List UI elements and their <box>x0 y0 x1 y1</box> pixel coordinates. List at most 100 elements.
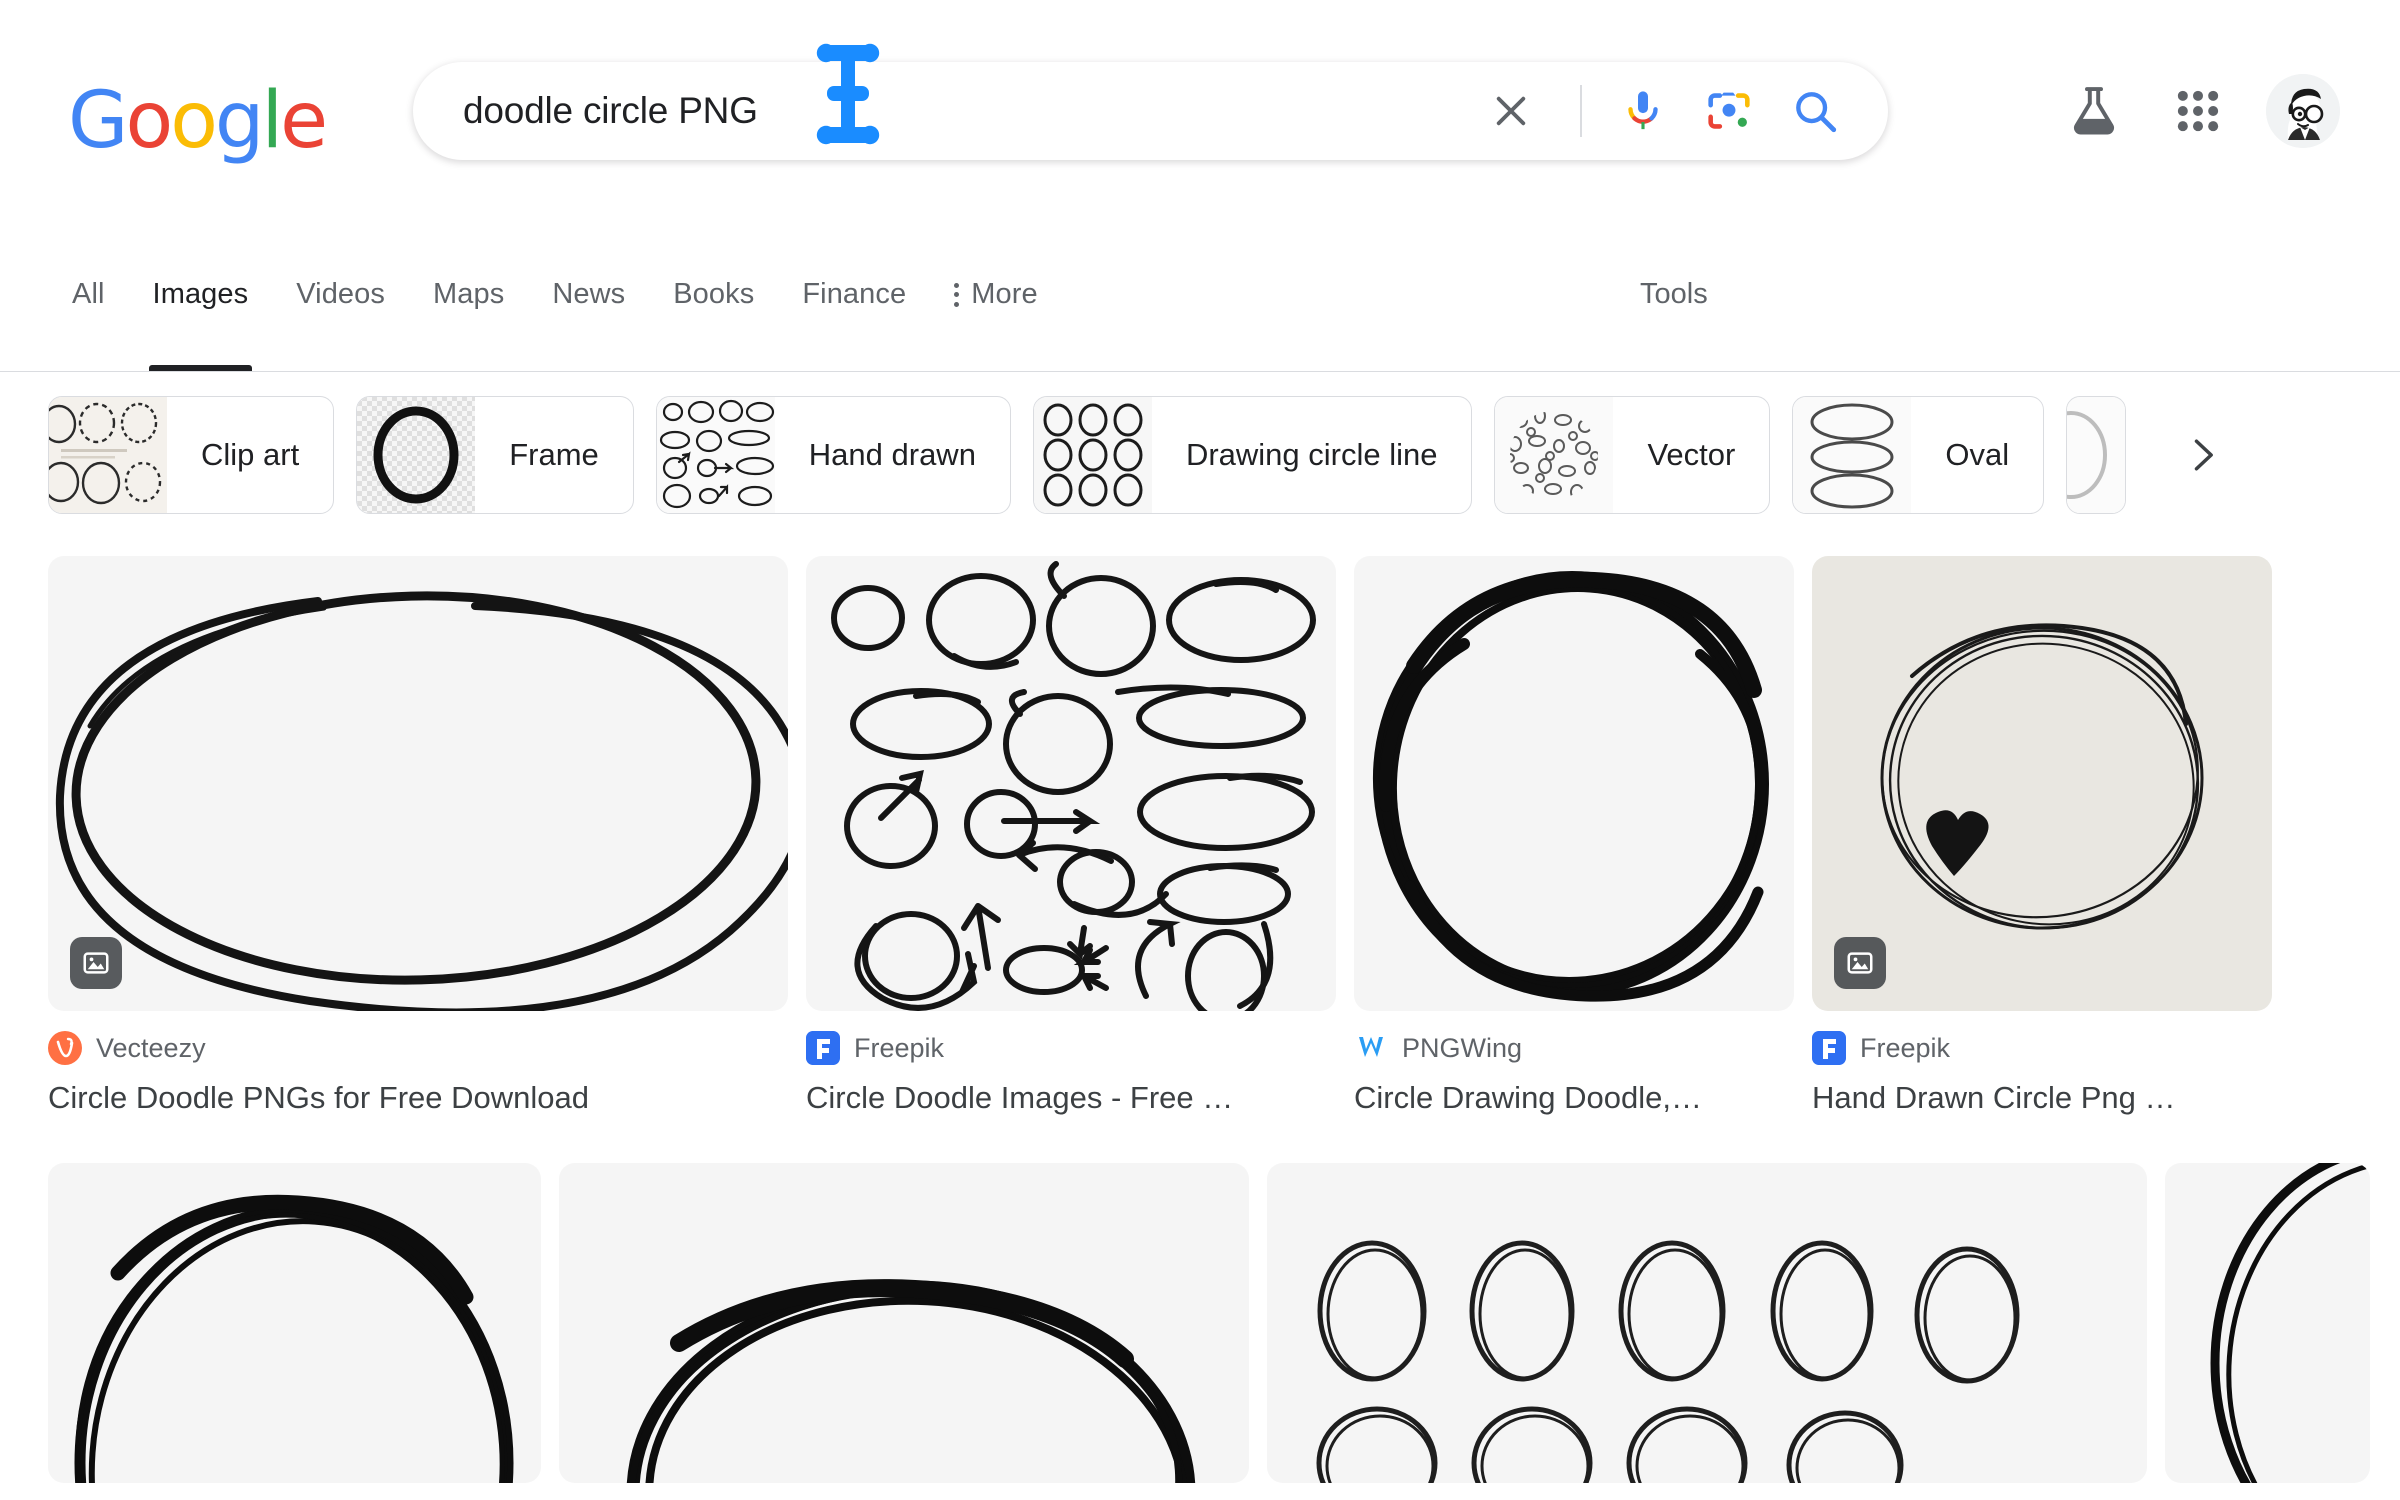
result-caption[interactable]: Circle Doodle PNGs for Free Download <box>48 1079 788 1117</box>
search-nav: All Images Videos Maps News Books Financ… <box>0 218 2400 372</box>
result-thumbnail[interactable] <box>2165 1163 2370 1483</box>
tab-finance[interactable]: Finance <box>778 218 930 371</box>
result-thumbnail[interactable] <box>1812 556 2272 1011</box>
image-badge-icon <box>70 937 122 989</box>
logo-letter-0: G <box>68 82 125 160</box>
image-badge-icon <box>1834 937 1886 989</box>
pngwing-icon <box>1354 1031 1388 1065</box>
filter-chips-list: Clip art Frame <box>48 396 2234 514</box>
source-name: Vecteezy <box>96 1033 206 1064</box>
chip-thumbnail <box>657 396 775 514</box>
results-row-1: Vecteezy Circle Doodle PNGs for Free Dow… <box>48 556 2352 1117</box>
chip-label: Oval <box>1911 437 2043 473</box>
result-meta: Freepik Circle Doodle Images - Free … <box>806 1031 1336 1117</box>
result-caption[interactable]: Circle Doodle Images - Free … <box>806 1079 1336 1117</box>
source-name: PNGWing <box>1402 1033 1522 1064</box>
chip-label: Vector <box>1613 437 1769 473</box>
clear-icon[interactable] <box>1468 68 1554 154</box>
tab-label: More <box>971 278 1037 311</box>
result-source[interactable]: Freepik <box>806 1031 1336 1065</box>
chip-oval[interactable]: Oval <box>1792 396 2044 514</box>
tab-label: Books <box>673 278 754 311</box>
tab-books[interactable]: Books <box>649 218 778 371</box>
vecteezy-icon <box>48 1031 82 1065</box>
result-source[interactable]: Freepik <box>1812 1031 2272 1065</box>
apps-grid-icon[interactable] <box>2146 62 2250 160</box>
search-submit-icon[interactable] <box>1772 68 1858 154</box>
result-card[interactable]: Vecteezy Circle Doodle PNGs for Free Dow… <box>48 556 788 1117</box>
source-name: Freepik <box>1860 1033 1950 1064</box>
result-meta: Freepik Hand Drawn Circle Png … <box>1812 1031 2272 1117</box>
filter-chips-row: Clip art Frame <box>0 372 2400 532</box>
logo-letter-3: g <box>215 82 262 160</box>
tab-images[interactable]: Images <box>129 218 273 371</box>
tab-label: Finance <box>802 278 906 311</box>
result-thumbnail[interactable] <box>1267 1163 2147 1483</box>
result-card[interactable]: Freepik Circle Doodle Images - Free … <box>806 556 1336 1117</box>
page-header: Google doodle circle PNG <box>0 0 2400 218</box>
more-vertical-dots-icon <box>954 283 959 307</box>
result-thumbnail[interactable] <box>1354 556 1794 1011</box>
chip-frame[interactable]: Frame <box>356 396 634 514</box>
chip-thumbnail <box>357 396 475 514</box>
result-card[interactable] <box>559 1163 1249 1483</box>
tab-all[interactable]: All <box>48 218 129 371</box>
result-card[interactable] <box>48 1163 541 1483</box>
chip-hand-drawn[interactable]: Hand drawn <box>656 396 1011 514</box>
result-thumbnail[interactable] <box>48 556 788 1011</box>
chip-thumbnail <box>49 396 167 514</box>
labs-flask-icon[interactable] <box>2042 62 2146 160</box>
tab-label: All <box>72 278 105 311</box>
tab-label: Maps <box>433 278 504 311</box>
chip-label: Drawing circle line <box>1152 437 1472 473</box>
search-input[interactable]: doodle circle PNG <box>463 90 1468 132</box>
result-card[interactable]: Freepik Hand Drawn Circle Png … <box>1812 556 2272 1117</box>
results-row-2 <box>48 1163 2352 1483</box>
search-bar[interactable]: doodle circle PNG <box>413 62 1888 160</box>
chip-thumbnail <box>1793 396 1911 514</box>
result-source[interactable]: Vecteezy <box>48 1031 788 1065</box>
result-card[interactable] <box>1267 1163 2147 1483</box>
nav-tab-list: All Images Videos Maps News Books Financ… <box>48 218 1062 371</box>
tab-label: Images <box>153 278 249 311</box>
chip-drawing-circle-line[interactable]: Drawing circle line <box>1033 396 1473 514</box>
tab-news[interactable]: News <box>528 218 649 371</box>
image-results: Vecteezy Circle Doodle PNGs for Free Dow… <box>0 556 2400 1483</box>
tab-videos[interactable]: Videos <box>272 218 409 371</box>
chevron-right-icon[interactable] <box>2170 423 2234 487</box>
logo-letter-4: l <box>261 82 280 160</box>
chip-thumbnail <box>1495 396 1613 514</box>
chip-thumbnail <box>2067 396 2126 514</box>
result-caption[interactable]: Circle Drawing Doodle,… <box>1354 1079 1794 1117</box>
chip-label: Frame <box>475 437 633 473</box>
result-thumbnail[interactable] <box>559 1163 1249 1483</box>
google-lens-icon[interactable] <box>1686 68 1772 154</box>
result-caption[interactable]: Hand Drawn Circle Png … <box>1812 1079 2272 1117</box>
chip-vector[interactable]: Vector <box>1494 396 1770 514</box>
logo-letter-2: o <box>170 82 215 160</box>
chip-label: Hand drawn <box>775 437 1010 473</box>
tab-maps[interactable]: Maps <box>409 218 528 371</box>
chip-partial-next[interactable] <box>2066 396 2126 514</box>
source-name: Freepik <box>854 1033 944 1064</box>
tools-label: Tools <box>1640 278 1708 311</box>
header-actions <box>2042 62 2400 160</box>
result-card[interactable] <box>2165 1163 2370 1483</box>
tools-button[interactable]: Tools <box>1620 218 1728 371</box>
microphone-icon[interactable] <box>1600 68 1686 154</box>
result-card[interactable]: PNGWing Circle Drawing Doodle,… <box>1354 556 1794 1117</box>
tab-label: News <box>552 278 625 311</box>
google-logo[interactable]: Google <box>68 82 325 160</box>
freepik-icon <box>806 1031 840 1065</box>
result-meta: PNGWing Circle Drawing Doodle,… <box>1354 1031 1794 1117</box>
tab-more[interactable]: More <box>930 218 1061 371</box>
chip-clip-art[interactable]: Clip art <box>48 396 334 514</box>
freepik-icon <box>1812 1031 1846 1065</box>
result-source[interactable]: PNGWing <box>1354 1031 1794 1065</box>
avatar[interactable] <box>2266 74 2340 148</box>
logo-letter-5: e <box>280 82 325 160</box>
result-thumbnail[interactable] <box>48 1163 541 1483</box>
tab-label: Videos <box>296 278 385 311</box>
result-thumbnail[interactable] <box>806 556 1336 1011</box>
result-meta: Vecteezy Circle Doodle PNGs for Free Dow… <box>48 1031 788 1117</box>
